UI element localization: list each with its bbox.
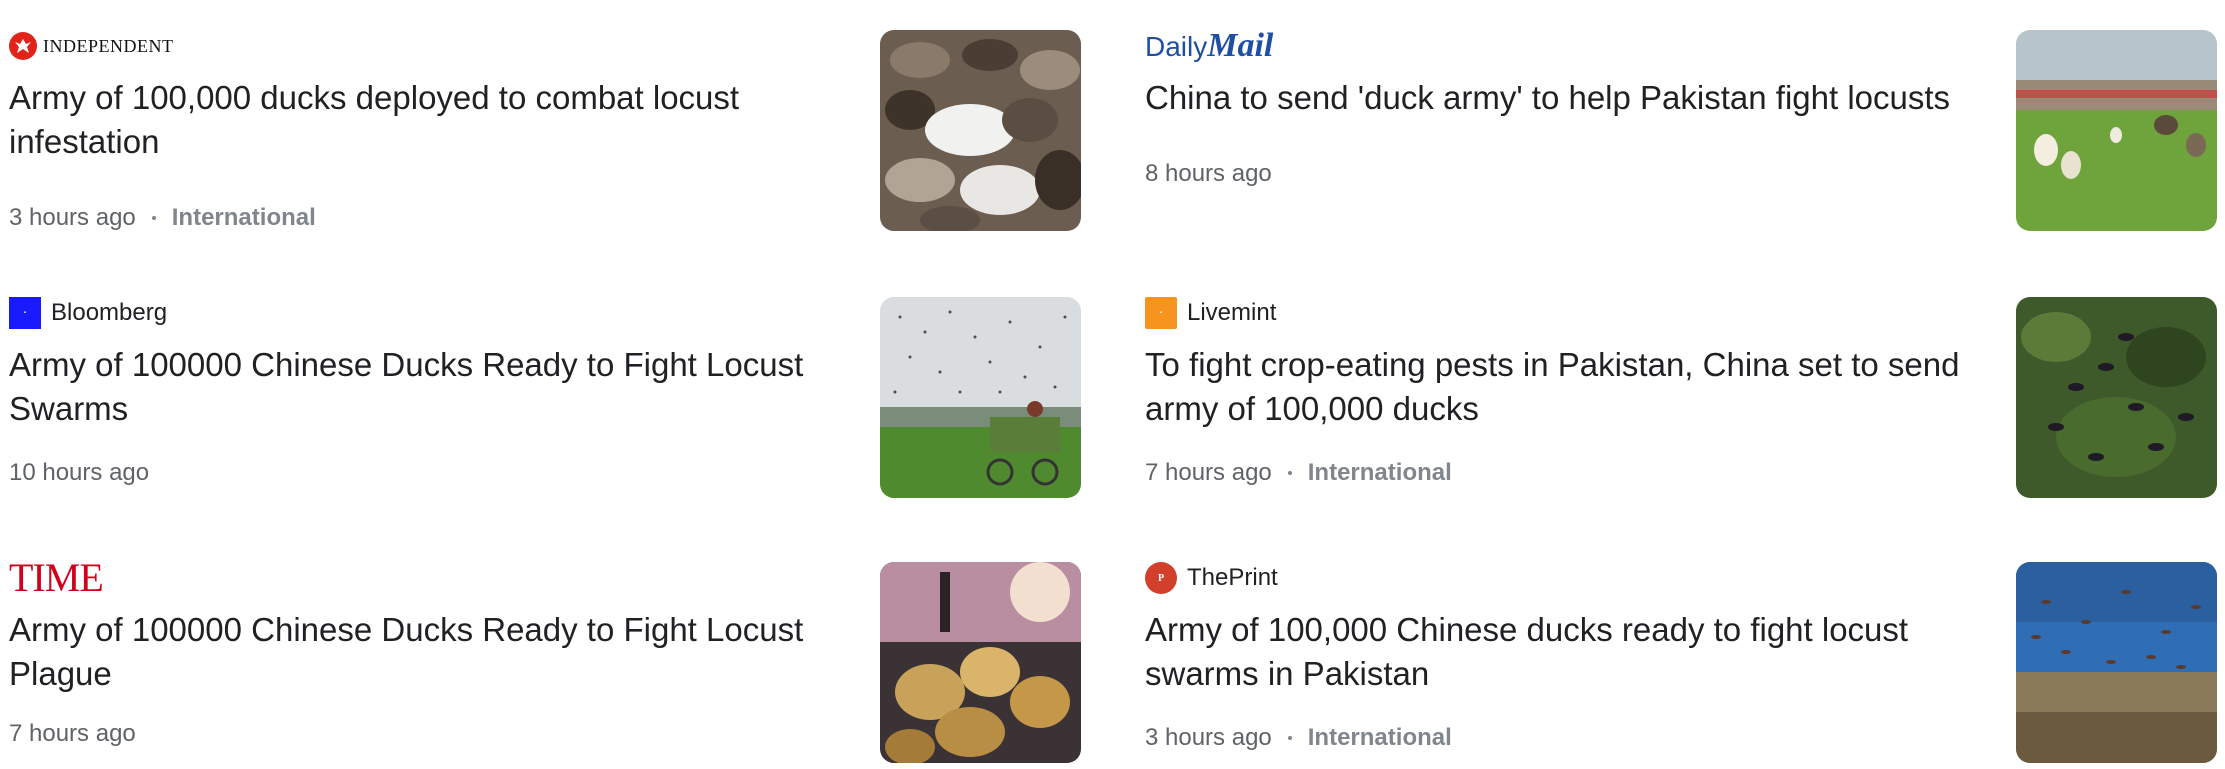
article-card-theprint[interactable]: P ThePrint Army of 100,000 Chinese ducks… (1145, 562, 2217, 763)
timestamp: 10 hours ago (9, 459, 150, 486)
logo-daily-text: Daily (1145, 31, 1208, 62)
article-card-dailymail[interactable]: Daily Mail China to send 'duck army' to … (1145, 27, 2217, 231)
timestamp: 7 hours ago (9, 720, 136, 747)
article-card-time[interactable]: TIME Army of 100000 Chinese Ducks Ready … (9, 555, 1081, 763)
meta-row: 7 hours ago International (1145, 457, 1452, 489)
source-row: TIME (9, 555, 104, 600)
article-thumbnail[interactable] (880, 297, 1081, 498)
source-row: Daily Mail (1145, 27, 1273, 65)
timestamp: 3 hours ago (9, 204, 136, 231)
locusts-on-plants-photo (2016, 297, 2217, 498)
separator-dot (1287, 471, 1292, 475)
bloomberg-logo-icon: ▪ (9, 297, 41, 329)
article-thumbnail[interactable] (880, 562, 1081, 763)
meta-row: 10 hours ago (9, 457, 149, 489)
separator-dot (1287, 736, 1292, 740)
headline-link[interactable]: Army of 100000 Chinese Ducks Ready to Fi… (9, 343, 829, 431)
section-label: International (1307, 459, 1452, 486)
dailymail-logo: Daily Mail (1145, 27, 1273, 65)
locusts-over-field-photo (2016, 562, 2217, 763)
independent-logo: INDEPENDENT (9, 32, 173, 60)
article-card-independent[interactable]: INDEPENDENT Army of 100,000 ducks deploy… (9, 30, 1081, 231)
article-card-bloomberg[interactable]: ▪ Bloomberg Army of 100000 Chinese Ducks… (9, 297, 1081, 498)
logo-mail-text: Mail (1207, 27, 1274, 64)
source-row: ▪ Livemint (1145, 297, 1276, 329)
source-name: Bloomberg (51, 299, 168, 326)
timestamp: 3 hours ago (1145, 724, 1272, 751)
source-row: P ThePrint (1145, 562, 1278, 594)
headline-link[interactable]: China to send 'duck army' to help Pakist… (1145, 76, 1965, 120)
separator-dot (151, 216, 156, 220)
article-thumbnail[interactable] (2016, 297, 2217, 498)
timestamp: 8 hours ago (1145, 160, 1272, 187)
article-thumbnail[interactable] (2016, 30, 2217, 231)
source-name: ThePrint (1187, 564, 1278, 591)
livemint-logo-icon: ▪ (1145, 297, 1177, 329)
article-thumbnail[interactable] (880, 30, 1081, 231)
article-card-livemint[interactable]: ▪ Livemint To fight crop-eating pests in… (1145, 297, 2217, 498)
locust-swarm-cart-photo (880, 297, 1081, 498)
section-label: International (1307, 724, 1452, 751)
ducks-in-field-photo (2016, 30, 2217, 231)
meta-row: 7 hours ago (9, 718, 136, 750)
eagle-icon (9, 32, 37, 60)
source-name: Livemint (1187, 299, 1277, 326)
time-logo: TIME (9, 555, 104, 600)
headline-link[interactable]: Army of 100,000 Chinese ducks ready to f… (1145, 608, 1965, 696)
meta-row: 3 hours ago International (9, 202, 316, 234)
source-row: INDEPENDENT (9, 30, 173, 62)
article-thumbnail[interactable] (2016, 562, 2217, 763)
theprint-logo-icon: P (1145, 562, 1177, 594)
source-row: ▪ Bloomberg (9, 297, 167, 329)
source-name: INDEPENDENT (43, 35, 174, 56)
ducks-flock-photo (880, 30, 1081, 231)
headline-link[interactable]: Army of 100000 Chinese Ducks Ready to Fi… (9, 608, 829, 696)
headline-link[interactable]: To fight crop-eating pests in Pakistan, … (1145, 343, 1965, 431)
section-label: International (171, 204, 316, 231)
ducklings-closeup-photo (880, 562, 1081, 763)
headline-link[interactable]: Army of 100,000 ducks deployed to combat… (9, 76, 829, 164)
timestamp: 7 hours ago (1145, 459, 1272, 486)
meta-row: 3 hours ago International (1145, 722, 1452, 754)
meta-row: 8 hours ago (1145, 158, 1272, 190)
